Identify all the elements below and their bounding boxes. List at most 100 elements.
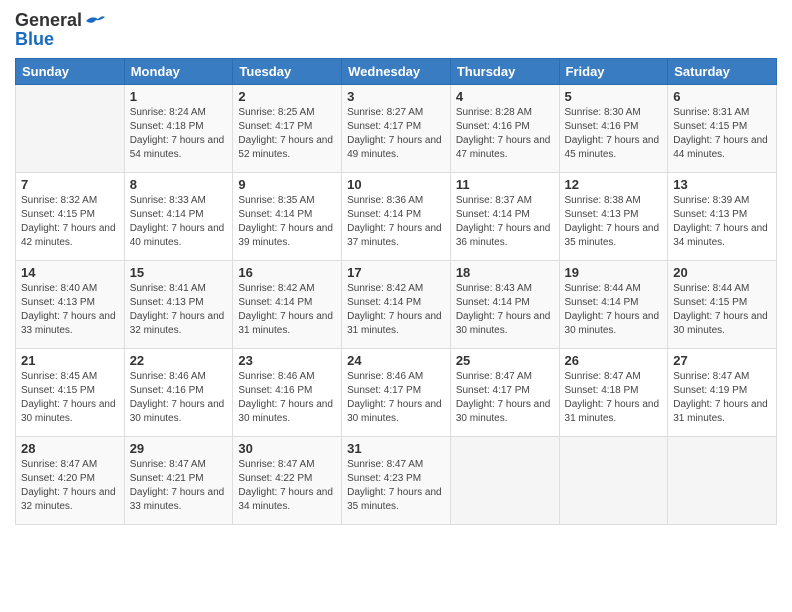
day-number: 5 <box>565 89 663 104</box>
calendar-cell: 24 Sunrise: 8:46 AMSunset: 4:17 PMDaylig… <box>342 349 451 437</box>
calendar-cell: 9 Sunrise: 8:35 AMSunset: 4:14 PMDayligh… <box>233 173 342 261</box>
calendar-week-4: 21 Sunrise: 8:45 AMSunset: 4:15 PMDaylig… <box>16 349 777 437</box>
day-number: 9 <box>238 177 336 192</box>
column-header-sunday: Sunday <box>16 59 125 85</box>
calendar-cell: 29 Sunrise: 8:47 AMSunset: 4:21 PMDaylig… <box>124 437 233 525</box>
day-info: Sunrise: 8:42 AMSunset: 4:14 PMDaylight:… <box>238 283 333 336</box>
calendar-cell <box>559 437 668 525</box>
day-number: 18 <box>456 265 554 280</box>
calendar-cell: 5 Sunrise: 8:30 AMSunset: 4:16 PMDayligh… <box>559 85 668 173</box>
day-number: 13 <box>673 177 771 192</box>
calendar-cell: 19 Sunrise: 8:44 AMSunset: 4:14 PMDaylig… <box>559 261 668 349</box>
calendar-cell <box>16 85 125 173</box>
calendar-cell: 31 Sunrise: 8:47 AMSunset: 4:23 PMDaylig… <box>342 437 451 525</box>
day-info: Sunrise: 8:42 AMSunset: 4:14 PMDaylight:… <box>347 283 442 336</box>
calendar-cell: 8 Sunrise: 8:33 AMSunset: 4:14 PMDayligh… <box>124 173 233 261</box>
calendar-table: SundayMondayTuesdayWednesdayThursdayFrid… <box>15 58 777 525</box>
day-info: Sunrise: 8:47 AMSunset: 4:17 PMDaylight:… <box>456 371 551 424</box>
day-info: Sunrise: 8:41 AMSunset: 4:13 PMDaylight:… <box>130 283 225 336</box>
day-number: 27 <box>673 353 771 368</box>
day-number: 19 <box>565 265 663 280</box>
day-info: Sunrise: 8:45 AMSunset: 4:15 PMDaylight:… <box>21 371 116 424</box>
day-number: 14 <box>21 265 119 280</box>
logo: General Blue <box>15 10 106 50</box>
column-header-monday: Monday <box>124 59 233 85</box>
day-info: Sunrise: 8:47 AMSunset: 4:21 PMDaylight:… <box>130 459 225 512</box>
day-number: 21 <box>21 353 119 368</box>
day-number: 23 <box>238 353 336 368</box>
day-info: Sunrise: 8:27 AMSunset: 4:17 PMDaylight:… <box>347 107 442 160</box>
day-number: 30 <box>238 441 336 456</box>
day-info: Sunrise: 8:44 AMSunset: 4:15 PMDaylight:… <box>673 283 768 336</box>
day-number: 15 <box>130 265 228 280</box>
calendar-cell: 7 Sunrise: 8:32 AMSunset: 4:15 PMDayligh… <box>16 173 125 261</box>
day-info: Sunrise: 8:37 AMSunset: 4:14 PMDaylight:… <box>456 195 551 248</box>
day-number: 3 <box>347 89 445 104</box>
calendar-cell: 20 Sunrise: 8:44 AMSunset: 4:15 PMDaylig… <box>668 261 777 349</box>
day-info: Sunrise: 8:36 AMSunset: 4:14 PMDaylight:… <box>347 195 442 248</box>
calendar-page: General Blue SundayMondayTuesdayWednesda… <box>0 0 792 612</box>
calendar-cell <box>450 437 559 525</box>
calendar-cell: 10 Sunrise: 8:36 AMSunset: 4:14 PMDaylig… <box>342 173 451 261</box>
day-info: Sunrise: 8:32 AMSunset: 4:15 PMDaylight:… <box>21 195 116 248</box>
day-info: Sunrise: 8:35 AMSunset: 4:14 PMDaylight:… <box>238 195 333 248</box>
day-info: Sunrise: 8:44 AMSunset: 4:14 PMDaylight:… <box>565 283 660 336</box>
day-number: 2 <box>238 89 336 104</box>
day-info: Sunrise: 8:38 AMSunset: 4:13 PMDaylight:… <box>565 195 660 248</box>
column-header-thursday: Thursday <box>450 59 559 85</box>
day-number: 4 <box>456 89 554 104</box>
calendar-cell: 21 Sunrise: 8:45 AMSunset: 4:15 PMDaylig… <box>16 349 125 437</box>
calendar-cell: 15 Sunrise: 8:41 AMSunset: 4:13 PMDaylig… <box>124 261 233 349</box>
day-info: Sunrise: 8:46 AMSunset: 4:16 PMDaylight:… <box>238 371 333 424</box>
day-number: 7 <box>21 177 119 192</box>
day-number: 20 <box>673 265 771 280</box>
calendar-cell: 22 Sunrise: 8:46 AMSunset: 4:16 PMDaylig… <box>124 349 233 437</box>
column-header-wednesday: Wednesday <box>342 59 451 85</box>
day-number: 24 <box>347 353 445 368</box>
day-number: 1 <box>130 89 228 104</box>
day-info: Sunrise: 8:28 AMSunset: 4:16 PMDaylight:… <box>456 107 551 160</box>
calendar-cell: 25 Sunrise: 8:47 AMSunset: 4:17 PMDaylig… <box>450 349 559 437</box>
day-info: Sunrise: 8:47 AMSunset: 4:20 PMDaylight:… <box>21 459 116 512</box>
day-number: 6 <box>673 89 771 104</box>
calendar-cell: 2 Sunrise: 8:25 AMSunset: 4:17 PMDayligh… <box>233 85 342 173</box>
day-number: 28 <box>21 441 119 456</box>
calendar-cell: 27 Sunrise: 8:47 AMSunset: 4:19 PMDaylig… <box>668 349 777 437</box>
day-info: Sunrise: 8:47 AMSunset: 4:18 PMDaylight:… <box>565 371 660 424</box>
day-number: 31 <box>347 441 445 456</box>
day-number: 26 <box>565 353 663 368</box>
day-info: Sunrise: 8:43 AMSunset: 4:14 PMDaylight:… <box>456 283 551 336</box>
day-info: Sunrise: 8:30 AMSunset: 4:16 PMDaylight:… <box>565 107 660 160</box>
column-header-friday: Friday <box>559 59 668 85</box>
column-header-tuesday: Tuesday <box>233 59 342 85</box>
day-info: Sunrise: 8:33 AMSunset: 4:14 PMDaylight:… <box>130 195 225 248</box>
day-number: 11 <box>456 177 554 192</box>
calendar-cell: 17 Sunrise: 8:42 AMSunset: 4:14 PMDaylig… <box>342 261 451 349</box>
calendar-cell: 3 Sunrise: 8:27 AMSunset: 4:17 PMDayligh… <box>342 85 451 173</box>
column-header-saturday: Saturday <box>668 59 777 85</box>
calendar-cell: 12 Sunrise: 8:38 AMSunset: 4:13 PMDaylig… <box>559 173 668 261</box>
day-number: 16 <box>238 265 336 280</box>
calendar-cell: 16 Sunrise: 8:42 AMSunset: 4:14 PMDaylig… <box>233 261 342 349</box>
day-info: Sunrise: 8:47 AMSunset: 4:22 PMDaylight:… <box>238 459 333 512</box>
calendar-cell: 23 Sunrise: 8:46 AMSunset: 4:16 PMDaylig… <box>233 349 342 437</box>
day-info: Sunrise: 8:40 AMSunset: 4:13 PMDaylight:… <box>21 283 116 336</box>
day-info: Sunrise: 8:47 AMSunset: 4:23 PMDaylight:… <box>347 459 442 512</box>
calendar-cell: 18 Sunrise: 8:43 AMSunset: 4:14 PMDaylig… <box>450 261 559 349</box>
day-number: 25 <box>456 353 554 368</box>
calendar-cell: 28 Sunrise: 8:47 AMSunset: 4:20 PMDaylig… <box>16 437 125 525</box>
logo-bird-icon <box>84 13 106 29</box>
day-info: Sunrise: 8:46 AMSunset: 4:16 PMDaylight:… <box>130 371 225 424</box>
day-number: 10 <box>347 177 445 192</box>
day-info: Sunrise: 8:46 AMSunset: 4:17 PMDaylight:… <box>347 371 442 424</box>
day-number: 12 <box>565 177 663 192</box>
calendar-cell <box>668 437 777 525</box>
calendar-cell: 1 Sunrise: 8:24 AMSunset: 4:18 PMDayligh… <box>124 85 233 173</box>
day-info: Sunrise: 8:31 AMSunset: 4:15 PMDaylight:… <box>673 107 768 160</box>
day-info: Sunrise: 8:24 AMSunset: 4:18 PMDaylight:… <box>130 107 225 160</box>
calendar-cell: 6 Sunrise: 8:31 AMSunset: 4:15 PMDayligh… <box>668 85 777 173</box>
calendar-week-2: 7 Sunrise: 8:32 AMSunset: 4:15 PMDayligh… <box>16 173 777 261</box>
calendar-cell: 14 Sunrise: 8:40 AMSunset: 4:13 PMDaylig… <box>16 261 125 349</box>
header: General Blue <box>15 10 777 50</box>
calendar-cell: 13 Sunrise: 8:39 AMSunset: 4:13 PMDaylig… <box>668 173 777 261</box>
